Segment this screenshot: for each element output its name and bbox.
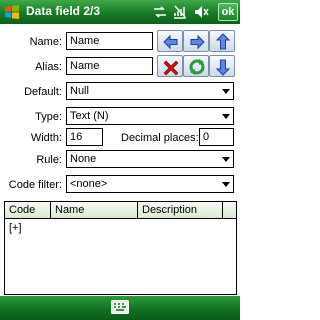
bottom-bar bbox=[0, 296, 240, 320]
rule-label: Rule: bbox=[36, 154, 62, 166]
move-up-button[interactable] bbox=[209, 30, 235, 52]
move-left-button[interactable] bbox=[157, 30, 183, 52]
decimal-places-field[interactable]: 0 bbox=[199, 128, 234, 146]
chevron-down-icon bbox=[222, 89, 230, 94]
codes-grid[interactable]: Code Name Description [+] bbox=[4, 201, 237, 295]
arrow-up-icon bbox=[215, 33, 231, 50]
windows-start-icon[interactable] bbox=[4, 4, 20, 20]
arrow-left-icon bbox=[163, 34, 178, 50]
title-bar: Data field 2/3 ok bbox=[0, 0, 240, 24]
default-dropdown[interactable]: Null bbox=[66, 82, 234, 100]
alias-field[interactable]: Name bbox=[66, 57, 153, 75]
width-label: Width: bbox=[30, 132, 62, 144]
chevron-down-icon bbox=[222, 114, 230, 119]
chevron-down-icon bbox=[222, 157, 230, 162]
refresh-icon bbox=[189, 59, 205, 75]
default-label: Default: bbox=[24, 86, 62, 98]
code-filter-value: <none> bbox=[70, 178, 108, 190]
refresh-button[interactable] bbox=[183, 55, 209, 77]
column-header-name[interactable]: Name bbox=[51, 202, 138, 218]
name-field[interactable]: Name bbox=[66, 32, 153, 50]
ok-button[interactable]: ok bbox=[218, 3, 238, 21]
rule-value: None bbox=[70, 153, 97, 165]
chevron-down-icon bbox=[222, 182, 230, 187]
delete-x-icon bbox=[163, 60, 179, 76]
window-title: Data field 2/3 bbox=[26, 4, 101, 18]
type-dropdown[interactable]: Text (N) bbox=[66, 107, 234, 125]
keyboard-icon[interactable] bbox=[111, 300, 129, 314]
default-value: Null bbox=[70, 85, 89, 97]
type-value: Text (N) bbox=[70, 110, 109, 122]
type-label: Type: bbox=[35, 111, 62, 123]
alias-label: Alias: bbox=[35, 61, 62, 73]
arrow-down-icon bbox=[215, 59, 231, 76]
name-label: Name: bbox=[29, 36, 62, 48]
delete-button[interactable] bbox=[157, 55, 183, 77]
decimal-places-label: Decimal places: bbox=[121, 132, 199, 144]
speaker-icon[interactable] bbox=[193, 4, 209, 20]
connectivity-icon[interactable] bbox=[152, 4, 168, 20]
no-signal-icon[interactable] bbox=[172, 4, 188, 20]
code-filter-dropdown[interactable]: <none> bbox=[66, 175, 234, 193]
rule-dropdown[interactable]: None bbox=[66, 150, 234, 168]
column-header-code[interactable]: Code bbox=[5, 202, 51, 218]
width-field[interactable]: 16 bbox=[66, 128, 103, 146]
add-row-button[interactable]: [+] bbox=[9, 222, 22, 234]
code-filter-label: Code filter: bbox=[8, 179, 62, 191]
column-header-description[interactable]: Description bbox=[138, 202, 223, 218]
move-right-button[interactable] bbox=[183, 30, 209, 52]
grid-header: Code Name Description bbox=[5, 202, 236, 219]
move-down-button[interactable] bbox=[209, 55, 235, 77]
arrow-right-icon bbox=[190, 34, 205, 50]
